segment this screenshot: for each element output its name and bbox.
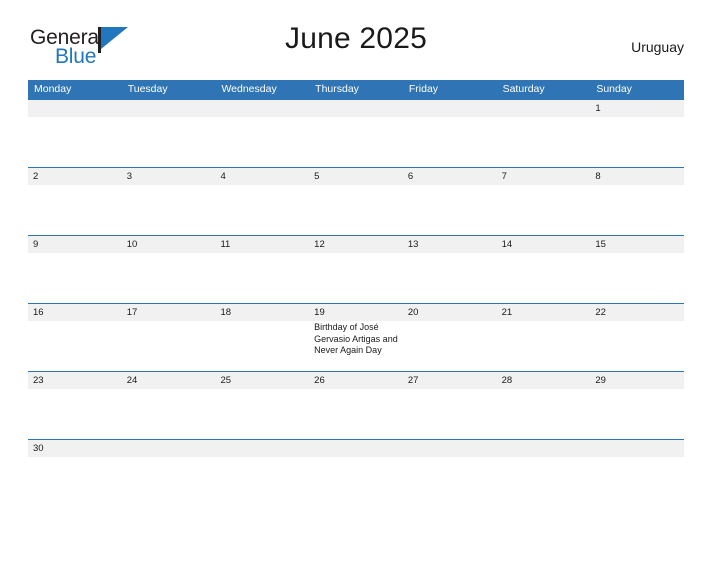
day-header-wednesday: Wednesday [221, 83, 277, 95]
calendar-grid: Monday Tuesday Wednesday Thursday Friday… [28, 80, 684, 495]
day-number: 26 [314, 375, 325, 386]
day-number: 18 [220, 307, 232, 318]
day-number: 8 [595, 171, 601, 182]
day-number: 10 [126, 239, 138, 250]
day-number: 21 [501, 307, 513, 318]
calendar-week-cells: 23 24 25 26 27 28 29 [28, 372, 684, 439]
calendar-day-cell-empty [497, 440, 591, 495]
calendar-week-cells: 30 [28, 440, 684, 495]
calendar-week-row: 16 17 18 19 Birthday of José Gervasio Artiga… [28, 303, 684, 371]
day-number: 22 [595, 307, 606, 318]
calendar-week-row: 9 10 11 12 13 14 15 [28, 235, 684, 303]
calendar-week-cells: 9 10 11 12 13 14 15 [28, 236, 684, 303]
day-number: 19 [314, 307, 325, 318]
calendar-day-cell[interactable]: 3 [122, 168, 216, 235]
calendar-day-cell[interactable]: 19 Birthday of José Gervasio Artigas and … [309, 304, 403, 371]
day-number: 20 [407, 307, 419, 318]
calendar-week-row: 2 3 4 5 6 7 8 [28, 167, 684, 235]
day-header-tuesday: Tuesday [127, 83, 168, 95]
day-header-thursday: Thursday [315, 83, 359, 95]
day-of-week-header-row: Monday Tuesday Wednesday Thursday Friday… [28, 80, 684, 99]
calendar-day-cell[interactable]: 13 [403, 236, 497, 303]
calendar-day-cell[interactable]: 28 [497, 372, 591, 439]
country-label: Uruguay [631, 39, 684, 55]
day-header-saturday: Saturday [502, 83, 545, 95]
calendar-day-cell[interactable]: 25 [215, 372, 309, 439]
day-header-sunday: Sunday [596, 83, 632, 95]
day-number: 23 [33, 375, 44, 386]
calendar-day-cell[interactable]: 10 [122, 236, 216, 303]
calendar-week-row: 23 24 25 26 27 28 29 [28, 371, 684, 439]
day-number: 4 [220, 171, 226, 182]
day-header-monday: Monday [34, 83, 72, 95]
page-title: June 2025 [285, 22, 427, 55]
calendar-day-cell[interactable]: 7 [497, 168, 591, 235]
day-number: 29 [595, 375, 606, 386]
calendar-day-cell[interactable]: 22 [590, 304, 684, 371]
calendar-day-cell[interactable]: 9 [28, 236, 122, 303]
day-number: 17 [126, 307, 138, 318]
calendar-day-cell[interactable]: 6 [403, 168, 497, 235]
calendar-day-cell[interactable]: 14 [497, 236, 591, 303]
calendar-day-cell[interactable]: 16 [28, 304, 122, 371]
calendar-day-cell[interactable]: 11 [215, 236, 309, 303]
calendar-day-cell[interactable]: 21 [497, 304, 591, 371]
calendar-day-cell-empty [309, 100, 403, 167]
day-number: 12 [314, 239, 325, 250]
calendar-day-cell[interactable]: 4 [215, 168, 309, 235]
calendar-day-cell-empty [403, 440, 497, 495]
calendar-week-cells: 1 [28, 100, 684, 167]
day-number: 3 [126, 171, 133, 182]
page-header: General Blue June 2025 Uruguay [28, 22, 684, 80]
calendar-day-cell[interactable]: 29 [590, 372, 684, 439]
calendar-day-cell-empty [28, 100, 122, 167]
day-number: 13 [407, 239, 419, 250]
calendar-day-cell[interactable]: 24 [122, 372, 216, 439]
calendar-day-cell[interactable]: 8 [590, 168, 684, 235]
calendar-week-row: 1 [28, 99, 684, 167]
day-number: 15 [595, 239, 606, 250]
calendar-day-cell-empty [215, 100, 309, 167]
calendar-day-cell-empty [122, 100, 216, 167]
day-events: Birthday of José Gervasio Artigas and Ne… [314, 321, 398, 357]
calendar-day-cell[interactable]: 2 [28, 168, 122, 235]
calendar-day-cell[interactable]: 20 [403, 304, 497, 371]
calendar-day-cell[interactable]: 30 [28, 440, 122, 495]
day-number: 28 [501, 375, 513, 386]
day-number: 11 [220, 239, 231, 250]
calendar-week-cells: 2 3 4 5 6 7 8 [28, 168, 684, 235]
day-number: 1 [595, 103, 601, 114]
day-number: 5 [314, 171, 320, 182]
calendar-day-cell[interactable]: 1 [590, 100, 684, 167]
holiday-label: Birthday of José Gervasio Artigas and Ne… [314, 322, 398, 355]
day-number: 24 [126, 375, 138, 386]
calendar-day-cell[interactable]: 5 [309, 168, 403, 235]
day-number: 25 [220, 375, 232, 386]
calendar-day-cell-empty [497, 100, 591, 167]
calendar-day-cell[interactable]: 17 [122, 304, 216, 371]
calendar-day-cell-empty [590, 440, 684, 495]
calendar-day-cell[interactable]: 26 [309, 372, 403, 439]
calendar-day-cell[interactable]: 15 [590, 236, 684, 303]
calendar-week-row: 30 [28, 439, 684, 495]
day-number: 9 [33, 239, 39, 250]
day-number: 7 [501, 171, 507, 182]
day-number: 30 [33, 443, 44, 454]
day-number: 6 [407, 171, 414, 182]
calendar-day-cell-empty [309, 440, 403, 495]
day-header-friday: Friday [408, 83, 439, 95]
day-number: 16 [33, 307, 44, 318]
calendar-day-cell-empty [403, 100, 497, 167]
calendar-day-cell-empty [215, 440, 309, 495]
calendar-day-cell[interactable]: 27 [403, 372, 497, 439]
calendar-day-cell-empty [122, 440, 216, 495]
day-number: 2 [33, 171, 39, 182]
calendar-week-cells: 16 17 18 19 Birthday of José Gervasio Artiga… [28, 304, 684, 371]
calendar-day-cell[interactable]: 18 [215, 304, 309, 371]
calendar-day-cell[interactable]: 12 [309, 236, 403, 303]
calendar-day-cell[interactable]: 23 [28, 372, 122, 439]
day-number: 14 [501, 239, 513, 250]
calendar-weeks: 1 2 3 4 5 6 7 8 9 10 11 12 13 14 15 16 17 18 19 Birthday of… [28, 99, 684, 495]
day-number: 27 [407, 375, 419, 386]
